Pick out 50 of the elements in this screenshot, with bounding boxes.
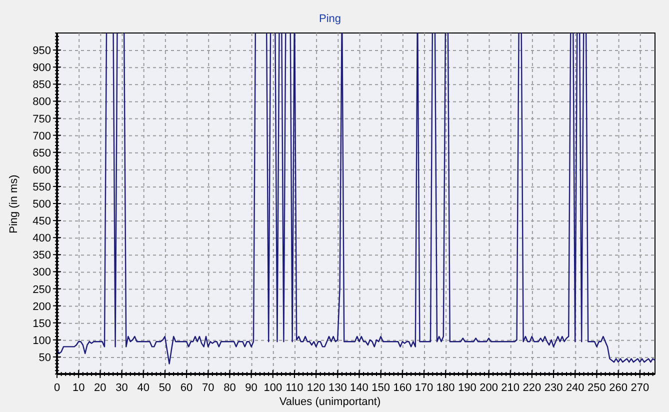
x-tick-label: 230 (544, 382, 563, 394)
x-tick-label: 80 (224, 382, 236, 394)
chart-title: Ping (318, 13, 342, 25)
y-tick-label: 50 (38, 352, 51, 364)
x-tick-label: 60 (180, 382, 193, 394)
x-tick-label: 90 (245, 382, 258, 394)
x-tick-label: 200 (480, 382, 498, 394)
x-tick-label: 160 (393, 382, 412, 394)
y-tick-label: 950 (32, 45, 51, 58)
y-tick-label: 300 (32, 266, 51, 279)
x-tick-label: 210 (501, 382, 520, 394)
x-tick-label: 70 (202, 382, 214, 394)
y-tick-label: 550 (32, 181, 51, 194)
x-tick-label: 260 (609, 382, 628, 394)
x-tick-label: 170 (414, 382, 434, 394)
y-tick-label: 450 (32, 216, 51, 228)
x-axis-title: Values (unimportant) (279, 396, 381, 408)
y-tick-label: 250 (32, 284, 51, 296)
x-tick-label: 220 (522, 382, 542, 394)
y-tick-label: 100 (32, 334, 51, 347)
x-tick-label: 250 (588, 382, 606, 394)
x-tick-label: 120 (306, 382, 326, 394)
x-tick-label: 40 (137, 382, 150, 394)
y-tick-label: 600 (32, 164, 51, 176)
x-tick-label: 180 (436, 382, 455, 394)
y-tick-label: 800 (32, 96, 51, 108)
x-tick-label: 100 (264, 382, 282, 394)
y-tick-label: 750 (32, 113, 51, 126)
x-tick-label: 0 (54, 382, 60, 394)
x-tick-label: 240 (566, 382, 584, 394)
x-tick-label: 150 (372, 382, 390, 394)
x-tick-label: 30 (116, 382, 128, 394)
x-tick-label: 130 (328, 382, 347, 394)
y-tick-label: 700 (32, 130, 51, 142)
x-tick-label: 20 (94, 382, 106, 394)
y-tick-label: 150 (32, 318, 51, 330)
y-axis-title: Ping (in ms) (8, 174, 20, 234)
y-tick-label: 900 (32, 62, 51, 74)
x-tick-label: 190 (458, 382, 476, 394)
x-tick-label: 110 (286, 382, 304, 394)
y-tick-label: 650 (32, 147, 51, 160)
x-tick-label: 270 (630, 382, 650, 394)
y-tick-label: 200 (32, 300, 51, 313)
y-tick-label: 850 (32, 79, 51, 92)
x-tick-label: 10 (72, 382, 85, 394)
x-tick-label: 140 (350, 382, 368, 394)
x-tick-label: 50 (158, 382, 172, 394)
y-tick-label: 500 (32, 198, 51, 210)
y-tick-label: 400 (32, 232, 51, 245)
y-tick-label: 350 (32, 250, 51, 262)
